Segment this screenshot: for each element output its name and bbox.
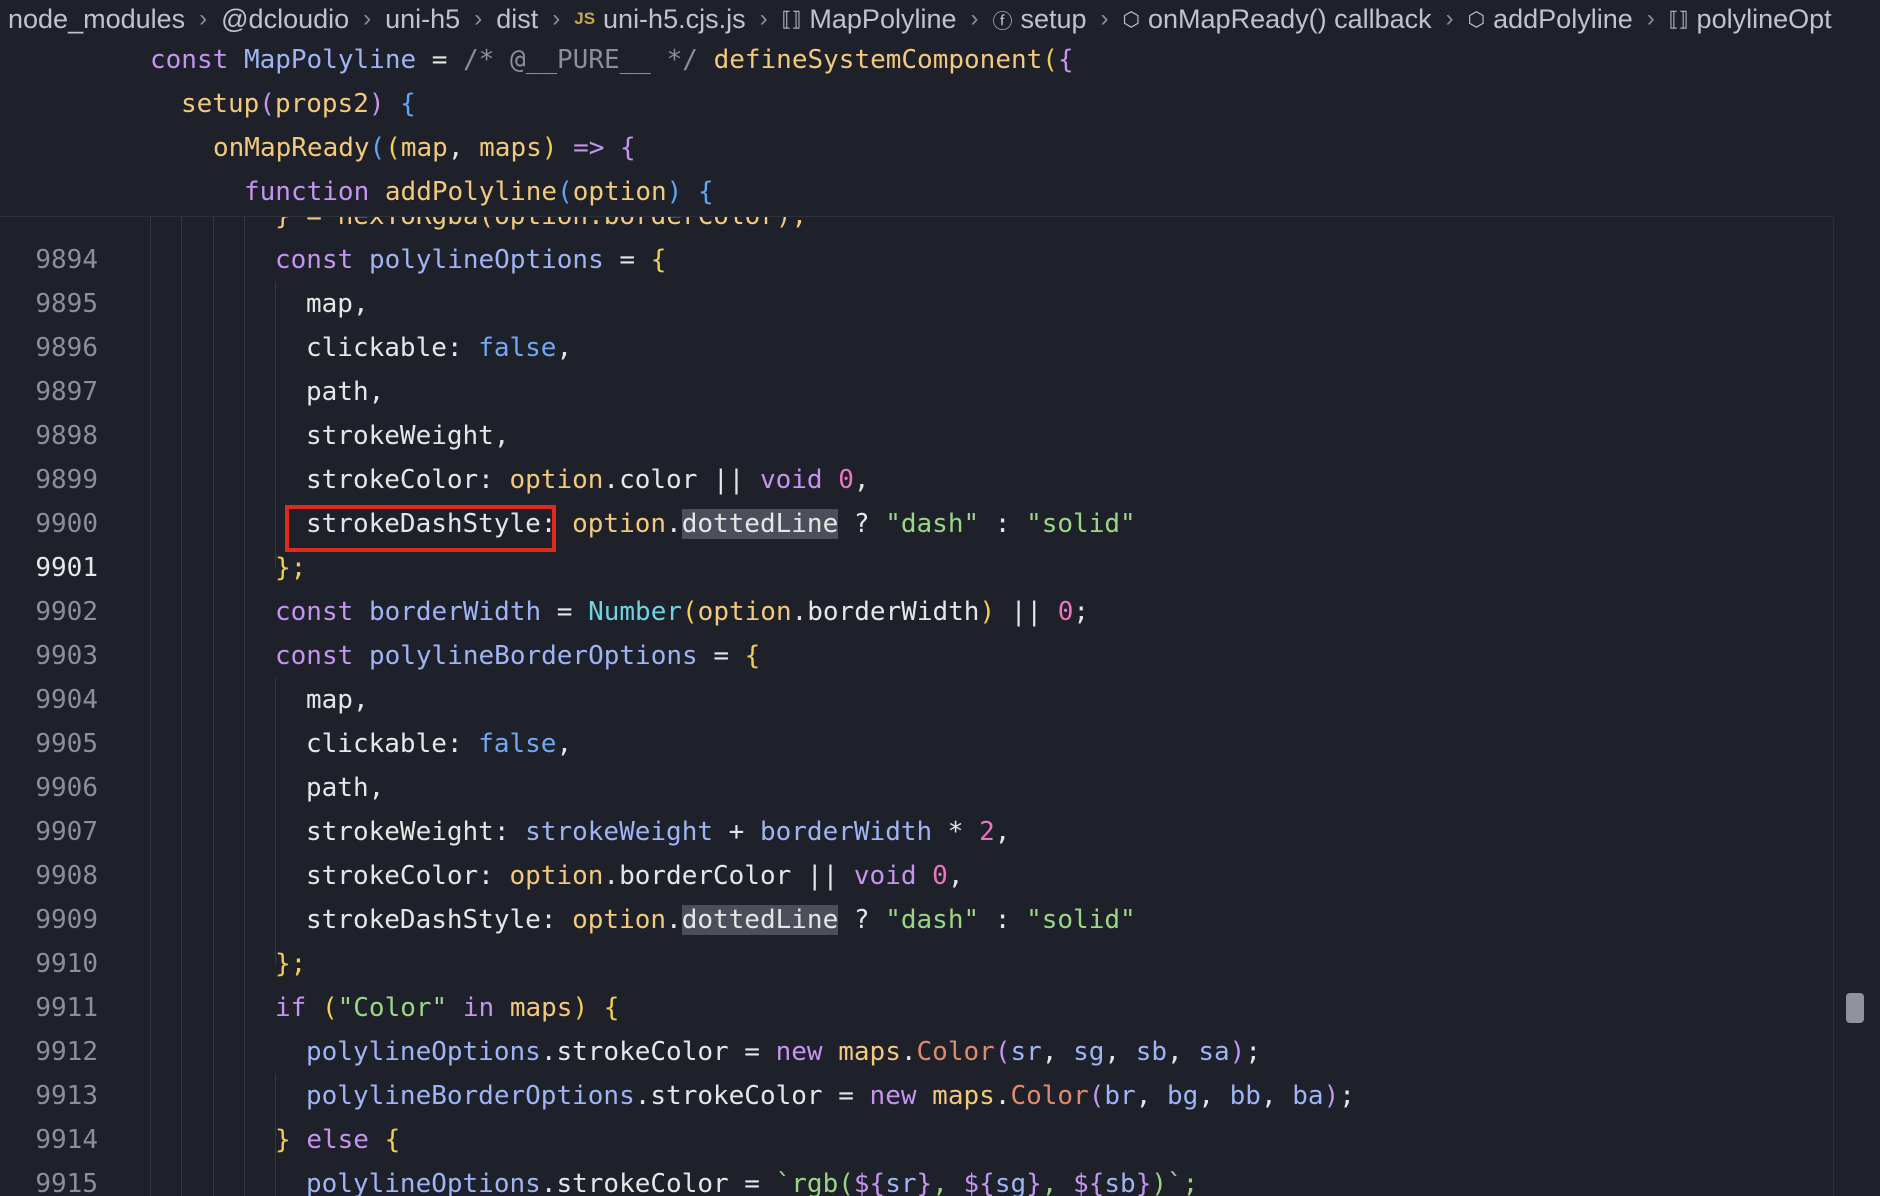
code-line[interactable]: 9914 polylineBorderOptions.strokeColor =… — [0, 1074, 1834, 1155]
method-cube-icon: ⬡ — [1122, 8, 1141, 31]
chevron-right-icon: › — [199, 5, 208, 32]
chevron-right-icon: › — [1646, 5, 1655, 32]
code-line[interactable]: 9912 if ("Color" in maps) { — [0, 986, 1834, 1067]
code-editor[interactable]: 9894 } = hexToRgba(option.borderColor); … — [0, 216, 1834, 1196]
code-line[interactable]: 9902 }; — [0, 546, 1834, 627]
function-icon: ⓕ — [992, 10, 1013, 33]
sticky-line-onmapready[interactable]: onMapReady((map, maps) => { — [213, 126, 636, 170]
chevron-right-icon: › — [552, 5, 561, 32]
breadcrumb-item[interactable]: node_modules — [8, 4, 185, 35]
code-line-current[interactable]: 9901 strokeDashStyle: option.dottedLine … — [0, 502, 1834, 583]
code-line[interactable]: 9916 polylineOptions.strokeColor = `rgb(… — [0, 1162, 1834, 1196]
code-line[interactable]: 9906 clickable: false, — [0, 722, 1834, 803]
breadcrumb-label: MapPolyline — [809, 3, 957, 34]
chevron-right-icon: › — [1445, 5, 1454, 32]
breadcrumb-item[interactable]: dist — [496, 4, 538, 35]
breadcrumb-label: onMapReady() callback — [1148, 3, 1432, 34]
scrollbar-thumb[interactable] — [1846, 993, 1864, 1023]
breadcrumb-item[interactable]: @dcloudio — [221, 4, 349, 35]
code-line[interactable]: 9909 strokeColor: option.borderColor || … — [0, 854, 1834, 935]
code-line[interactable]: 9894 } = hexToRgba(option.borderColor); — [0, 216, 1834, 275]
breadcrumb: node_modules › @dcloudio › uni-h5 › dist › JS uni… — [0, 0, 1880, 38]
code-line[interactable]: 9904 const polylineBorderOptions = { — [0, 634, 1834, 715]
code-line[interactable]: 9898 path, — [0, 370, 1834, 451]
chevron-right-icon: › — [363, 5, 372, 32]
code-line[interactable]: 9915 } else { — [0, 1118, 1834, 1196]
variable-icon: ⟦⟧ — [781, 8, 802, 31]
sticky-line-setup[interactable]: setup(props2) { — [181, 82, 416, 126]
method-cube-icon: ⬡ — [1467, 8, 1486, 31]
breadcrumb-label: uni-h5 — [385, 3, 461, 34]
breadcrumb-item[interactable]: ⟦⟧ MapPolyline — [782, 4, 957, 35]
vertical-scrollbar[interactable] — [1833, 38, 1880, 1196]
code-line[interactable]: 9900 strokeColor: option.color || void 0… — [0, 458, 1834, 539]
breadcrumb-item[interactable]: ⟦⟧ polylineOpt — [1669, 4, 1832, 35]
js-file-icon: JS — [574, 9, 596, 28]
chevron-right-icon: › — [759, 5, 768, 32]
code-line[interactable]: 9908 strokeWeight: strokeWeight + border… — [0, 810, 1834, 891]
breadcrumb-label: uni-h5.cjs.js — [603, 3, 746, 34]
breadcrumb-label: @dcloudio — [221, 3, 350, 34]
breadcrumb-item[interactable]: ⬡ addPolyline — [1468, 4, 1633, 35]
code-line[interactable]: 9903 const borderWidth = Number(option.b… — [0, 590, 1834, 671]
breadcrumb-label: setup — [1020, 3, 1087, 34]
code-line[interactable]: 9895 const polylineOptions = { — [0, 238, 1834, 319]
breadcrumb-item[interactable]: JS uni-h5.cjs.js — [574, 4, 745, 35]
code-line[interactable]: 9910 strokeDashStyle: option.dottedLine … — [0, 898, 1834, 979]
breadcrumb-item[interactable]: ⓕ setup — [992, 4, 1086, 35]
chevron-right-icon: › — [1100, 5, 1109, 32]
symbol-highlight: dottedLine — [681, 905, 839, 935]
symbol-highlight: dottedLine — [681, 509, 839, 539]
breadcrumb-label: polylineOpt — [1696, 3, 1832, 34]
sticky-scroll-header[interactable]: const MapPolyline = /* @__PURE__ */ defi… — [0, 38, 1834, 217]
code-line[interactable]: 9913 polylineOptions.strokeColor = new m… — [0, 1030, 1834, 1111]
code-line[interactable]: 9907 path, — [0, 766, 1834, 847]
breadcrumb-item[interactable]: uni-h5 — [385, 4, 460, 35]
sticky-line-addpolyline[interactable]: function addPolyline(option) { — [244, 170, 714, 214]
breadcrumb-label: dist — [496, 3, 539, 34]
code-line[interactable]: 9897 clickable: false, — [0, 326, 1834, 407]
code-line[interactable]: 9899 strokeWeight, — [0, 414, 1834, 495]
breadcrumb-item[interactable]: ⬡ onMapReady() callback — [1123, 4, 1432, 35]
chevron-right-icon: › — [474, 5, 483, 32]
breadcrumb-label: addPolyline — [1493, 3, 1633, 34]
code-line[interactable]: 9911 }; — [0, 942, 1834, 1023]
variable-icon: ⟦⟧ — [1668, 8, 1689, 31]
code-line[interactable]: 9896 map, — [0, 282, 1834, 363]
chevron-right-icon: › — [970, 5, 979, 32]
code-line[interactable]: 9905 map, — [0, 678, 1834, 759]
sticky-line-mappolyline[interactable]: const MapPolyline = /* @__PURE__ */ defi… — [150, 38, 1074, 82]
stroke-dash-style-key[interactable]: strokeDashStyle: — [306, 509, 556, 539]
breadcrumb-label: node_modules — [8, 3, 186, 34]
